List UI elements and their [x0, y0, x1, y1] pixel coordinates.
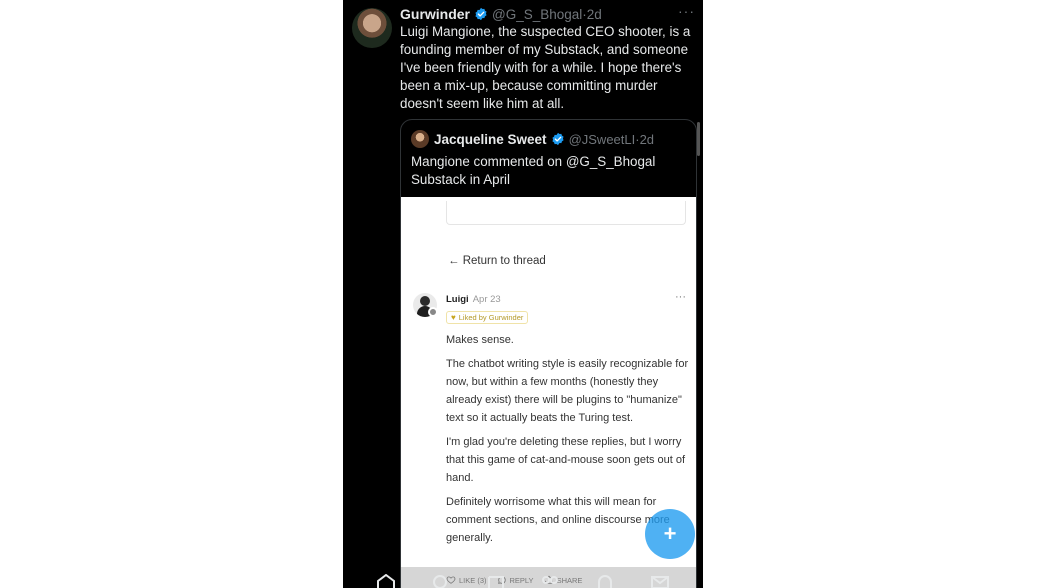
- founding-member-badge-icon: [428, 307, 438, 317]
- author-name[interactable]: Gurwinder: [400, 6, 470, 22]
- scrollbar[interactable]: [697, 122, 700, 156]
- grok-icon[interactable]: [485, 574, 507, 588]
- comment-meta: Luigi Apr 23: [446, 294, 501, 305]
- bottom-navigation: [343, 574, 703, 588]
- tweet-header: Gurwinder @G_S_Bhogal · 2d: [400, 5, 700, 23]
- comment-paragraph: Makes sense.: [446, 334, 514, 346]
- quote-author-avatar: [411, 130, 429, 148]
- verified-badge-icon: [475, 7, 487, 21]
- search-icon[interactable]: [430, 574, 452, 588]
- comment-paragraph: I'm glad you're deleting these replies, …: [446, 436, 686, 484]
- compose-post-button[interactable]: +: [645, 509, 695, 559]
- compose-plus-icon: +: [663, 521, 677, 546]
- quote-text: Mangione commented on @G_S_Bhogal Substa…: [411, 154, 656, 187]
- comment-paragraph: The chatbot writing style is easily reco…: [446, 358, 689, 424]
- liked-by-badge: ♥ Liked by Gurwinder: [446, 311, 529, 324]
- tweet-text: Luigi Mangione, the suspected CEO shoote…: [400, 24, 691, 111]
- comment-box-edge: [446, 201, 686, 225]
- return-to-thread-link: ← Return to thread: [448, 255, 546, 267]
- author-avatar[interactable]: [352, 8, 392, 48]
- quote-author-handle: @JSweetLI: [568, 131, 636, 147]
- comment-date: Apr 23: [472, 294, 501, 305]
- messages-icon[interactable]: [649, 574, 671, 588]
- quote-author-name: Jacqueline Sweet: [434, 131, 547, 147]
- quote-time: 2d: [639, 131, 655, 147]
- liked-by-text: Liked by Gurwinder: [458, 313, 524, 322]
- tweet-detail-screen: Gurwinder @G_S_Bhogal · 2d ··· Luigi Man…: [343, 0, 703, 588]
- notifications-icon[interactable]: [594, 574, 616, 588]
- communities-icon[interactable]: [539, 574, 561, 588]
- more-options-icon[interactable]: ···: [678, 3, 695, 19]
- verified-badge-icon: [552, 132, 564, 146]
- quote-header: Jacqueline Sweet @JSweetLI · 2d: [411, 130, 654, 148]
- tweet-time[interactable]: 2d: [587, 7, 602, 22]
- home-icon[interactable]: [375, 574, 397, 588]
- comment-more-icon: ···: [675, 291, 686, 303]
- author-handle[interactable]: @G_S_Bhogal: [492, 7, 582, 22]
- heart-icon: ♥: [451, 313, 456, 322]
- commenter-name: Luigi: [446, 294, 469, 305]
